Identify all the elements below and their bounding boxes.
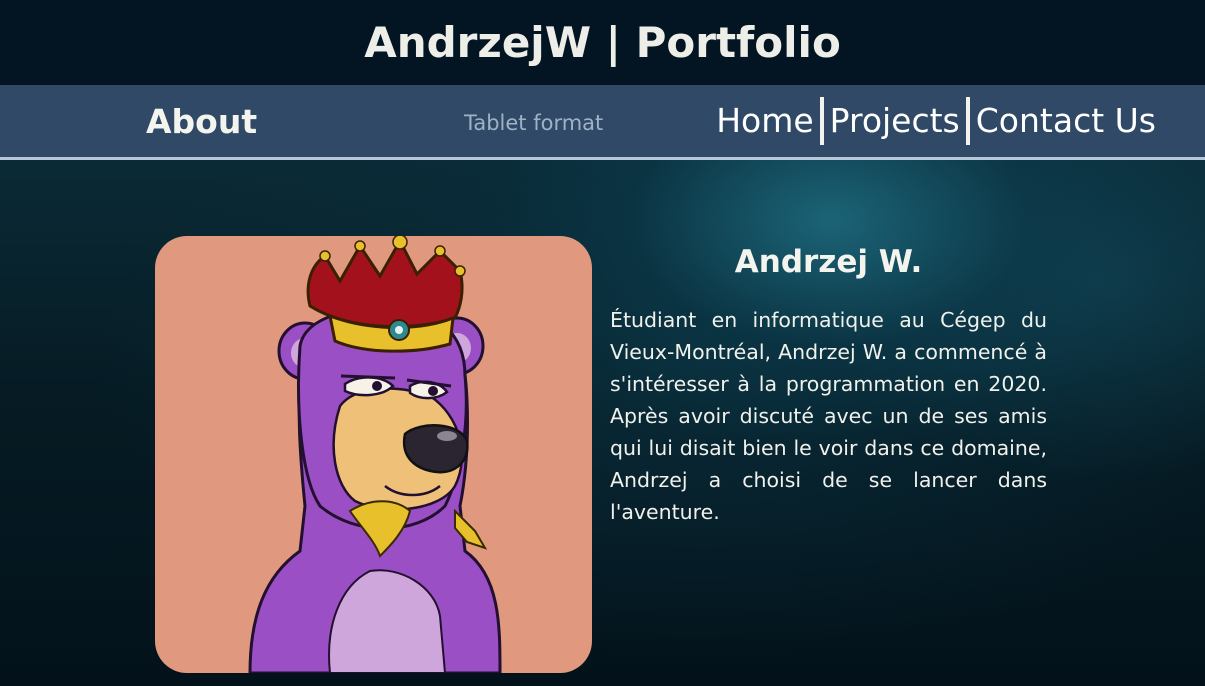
avatar bbox=[155, 236, 592, 673]
format-label: Tablet format bbox=[464, 111, 604, 135]
navbar: About Tablet format Home Projects Contac… bbox=[0, 85, 1205, 160]
nav-link-home[interactable]: Home bbox=[710, 97, 819, 145]
profile-bio: Étudiant en informatique au Cégep du Vie… bbox=[610, 308, 1047, 524]
site-title: AndrzejW | Portfolio bbox=[364, 17, 841, 67]
profile-name: Andrzej W. bbox=[734, 244, 923, 280]
nav-link-projects[interactable]: Projects bbox=[824, 97, 966, 145]
about-section: Andrzej W. Étudiant en informatique au C… bbox=[0, 160, 1205, 686]
nav-link-contact-us[interactable]: Contact Us bbox=[970, 97, 1162, 145]
crowned-bear-icon bbox=[248, 236, 502, 673]
nav-links: Home Projects Contact Us bbox=[710, 97, 1162, 145]
site-header: AndrzejW | Portfolio bbox=[0, 0, 1205, 85]
section-heading: About bbox=[146, 102, 258, 141]
